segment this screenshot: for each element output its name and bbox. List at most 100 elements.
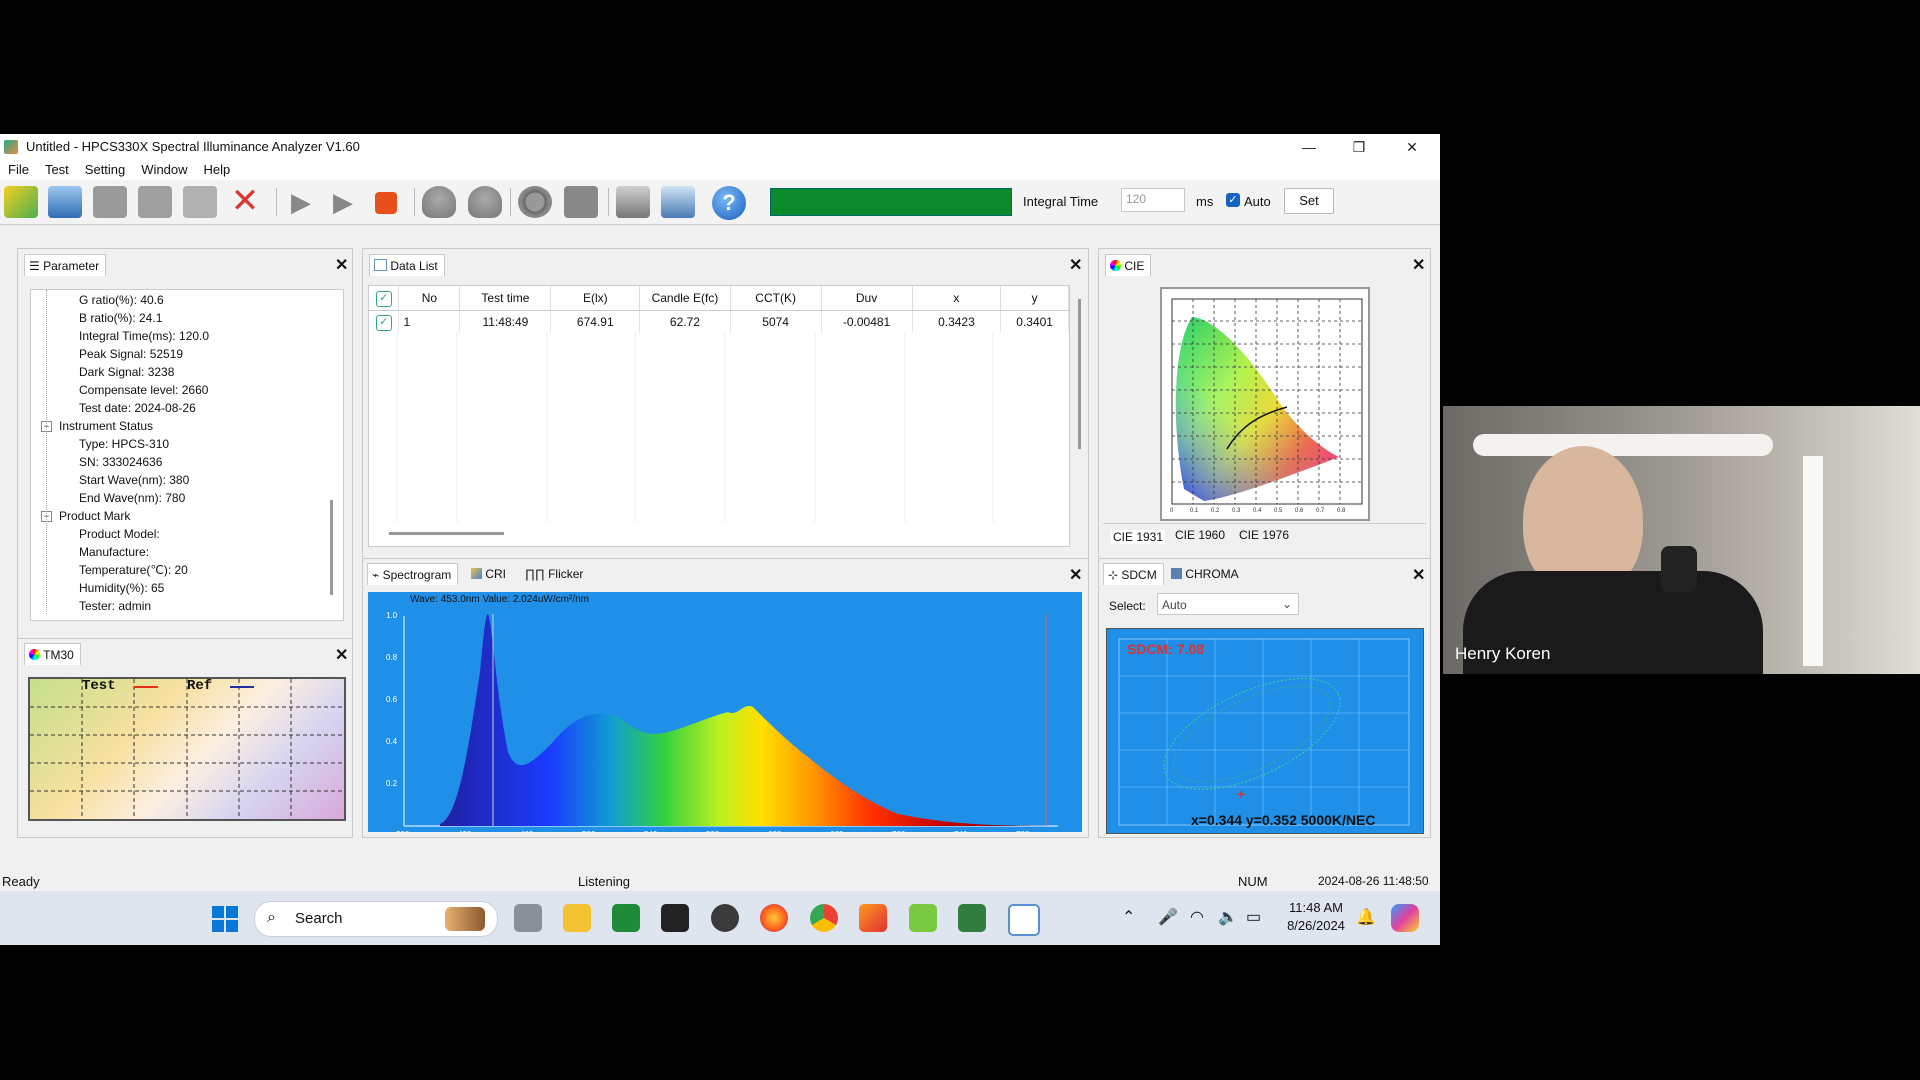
menu-test[interactable]: Test bbox=[37, 160, 77, 177]
tree-guide-line bbox=[46, 290, 47, 614]
copilot-icon[interactable] bbox=[1391, 904, 1419, 932]
sdcm-value: SDCM: 7.08 bbox=[1127, 641, 1205, 657]
cie-tick: 0.4 bbox=[1253, 508, 1262, 514]
color-wheel-icon bbox=[1110, 260, 1121, 271]
horizontal-scrollbar[interactable] bbox=[389, 532, 504, 535]
tab-data-list[interactable]: Data List bbox=[369, 254, 445, 276]
y-tick: 0.4 bbox=[386, 737, 398, 746]
integral-time-input[interactable]: 120 bbox=[1121, 188, 1185, 212]
battery-icon[interactable]: ▭ bbox=[1246, 907, 1261, 927]
status-bar: Ready Listening NUM 2024-08-26 11:48:50 bbox=[0, 870, 1440, 891]
bulb-lx-icon[interactable] bbox=[468, 186, 502, 218]
windows-start-icon[interactable] bbox=[212, 906, 238, 932]
tab-parameter[interactable]: ☰ Parameter bbox=[24, 254, 107, 276]
column-header[interactable]: Candle E(fc) bbox=[639, 286, 731, 311]
column-header[interactable]: y bbox=[1000, 286, 1069, 311]
continuous-play-icon[interactable]: ▶ bbox=[326, 186, 360, 218]
table-row[interactable]: ✓ 1 11:48:49 674.91 62.72 5074 -0.00481 … bbox=[369, 310, 1069, 333]
help-icon[interactable]: ? bbox=[712, 186, 746, 220]
chevron-up-icon[interactable]: ⌃ bbox=[1122, 907, 1135, 927]
app-icon[interactable] bbox=[909, 904, 937, 932]
header-checkbox[interactable]: ✓ bbox=[369, 286, 400, 311]
print-preview-icon[interactable] bbox=[661, 186, 695, 218]
column-header[interactable]: No bbox=[398, 286, 461, 311]
app-icon[interactable] bbox=[661, 904, 689, 932]
app-icon[interactable] bbox=[612, 904, 640, 932]
volume-icon[interactable]: 🔈 bbox=[1218, 907, 1238, 927]
set-button[interactable]: Set bbox=[1284, 188, 1334, 214]
taskbar-search[interactable]: ⌕ Search bbox=[254, 901, 498, 937]
cie-close-icon[interactable]: ✕ bbox=[1412, 255, 1425, 275]
tree-item: Type: HPCS-310 bbox=[79, 437, 170, 451]
row-checkbox[interactable]: ✓ bbox=[369, 310, 400, 333]
open-icon[interactable] bbox=[4, 186, 38, 218]
tree-group[interactable]: Product Mark bbox=[59, 509, 130, 523]
bulb-icon[interactable] bbox=[422, 186, 456, 218]
close-button[interactable]: ✕ bbox=[1389, 134, 1435, 160]
parameter-close-icon[interactable]: ✕ bbox=[335, 255, 348, 275]
tab-spectrogram[interactable]: ⌁ Spectrogram bbox=[367, 563, 459, 585]
cell-duv: -0.00481 bbox=[821, 310, 913, 333]
notification-bell-icon[interactable]: 🔔 bbox=[1356, 907, 1376, 927]
column-header[interactable]: Duv bbox=[821, 286, 913, 311]
spectral-analyzer-icon[interactable] bbox=[1008, 904, 1040, 936]
taskbar-time[interactable]: 11:48 AM bbox=[1286, 900, 1346, 915]
calibration-icon[interactable] bbox=[564, 186, 598, 218]
tab-chroma[interactable]: CHROMA bbox=[1171, 567, 1239, 581]
auto-checkbox[interactable]: ✓ bbox=[1226, 193, 1240, 207]
stop-icon[interactable] bbox=[375, 192, 397, 214]
play-icon[interactable]: ▶ bbox=[284, 186, 318, 218]
wifi-icon[interactable]: ◠ bbox=[1190, 907, 1204, 927]
app-icon[interactable] bbox=[958, 904, 986, 932]
light-tube bbox=[1473, 434, 1773, 456]
sdcm-close-icon[interactable]: ✕ bbox=[1412, 565, 1425, 585]
menu-help[interactable]: Help bbox=[196, 160, 239, 177]
tree-item: SN: 333024636 bbox=[79, 455, 163, 469]
microphone-icon[interactable]: 🎤 bbox=[1158, 907, 1178, 927]
tab-cri[interactable]: CRI bbox=[471, 567, 506, 581]
minimize-button[interactable]: — bbox=[1286, 134, 1332, 160]
delete-icon[interactable]: ✕ bbox=[228, 184, 262, 218]
column-header[interactable]: E(lx) bbox=[550, 286, 641, 311]
taskbar-date[interactable]: 8/26/2024 bbox=[1282, 918, 1350, 933]
tree-scrollbar[interactable] bbox=[330, 500, 333, 595]
maximize-button[interactable]: ❐ bbox=[1336, 134, 1382, 160]
task-view-icon[interactable] bbox=[514, 904, 542, 932]
settings-gear-icon[interactable] bbox=[518, 186, 552, 218]
tab-cie-1931[interactable]: CIE 1931 bbox=[1111, 530, 1166, 544]
menu-file[interactable]: File bbox=[0, 160, 37, 177]
tab-cie-1960[interactable]: CIE 1960 bbox=[1175, 528, 1225, 542]
firefox-icon[interactable] bbox=[760, 904, 788, 932]
column-header[interactable]: Test time bbox=[459, 286, 552, 311]
menu-window[interactable]: Window bbox=[133, 160, 195, 177]
spectrum-close-icon[interactable]: ✕ bbox=[1069, 565, 1082, 585]
tm30-close-icon[interactable]: ✕ bbox=[335, 645, 348, 665]
app-icon[interactable] bbox=[859, 904, 887, 932]
tab-cie-1976[interactable]: CIE 1976 bbox=[1239, 528, 1289, 542]
tree-item: Product Model: bbox=[79, 527, 160, 541]
toolbar: ✕ ▶ ▶ ? Integral Time 120 ms ✓ Auto Set bbox=[0, 180, 1440, 225]
tm30-chart: Test Ref bbox=[28, 677, 346, 821]
datalist-close-icon[interactable]: ✕ bbox=[1069, 255, 1082, 275]
obs-icon[interactable] bbox=[711, 904, 739, 932]
column-header[interactable]: x bbox=[912, 286, 1002, 311]
copy-icon[interactable] bbox=[138, 186, 172, 218]
tab-flicker[interactable]: ∏∏ Flicker bbox=[525, 567, 583, 581]
file-explorer-icon[interactable] bbox=[563, 904, 591, 932]
tab-cie[interactable]: CIE bbox=[1105, 254, 1152, 276]
clear-icon[interactable] bbox=[183, 186, 217, 218]
save-icon[interactable] bbox=[48, 186, 82, 218]
tab-tm30[interactable]: TM30 bbox=[24, 643, 81, 665]
chrome-icon[interactable] bbox=[810, 904, 838, 932]
tab-sdcm[interactable]: ⊹ SDCM bbox=[1103, 563, 1164, 585]
print-icon[interactable] bbox=[616, 186, 650, 218]
tree-group[interactable]: Instrument Status bbox=[59, 419, 153, 433]
vertical-scrollbar[interactable] bbox=[1078, 299, 1081, 449]
cie-chart-svg: 0 0.1 0.2 0.3 0.4 0.5 0.6 0.7 0.8 bbox=[1170, 298, 1363, 514]
select-dropdown[interactable]: Auto ⌄ bbox=[1157, 593, 1299, 615]
export-icon[interactable] bbox=[93, 186, 127, 218]
measurement-progress-bar bbox=[770, 188, 1012, 216]
tree-item: B ratio(%): 24.1 bbox=[79, 311, 163, 325]
column-header[interactable]: CCT(K) bbox=[730, 286, 822, 311]
menu-setting[interactable]: Setting bbox=[77, 160, 133, 177]
